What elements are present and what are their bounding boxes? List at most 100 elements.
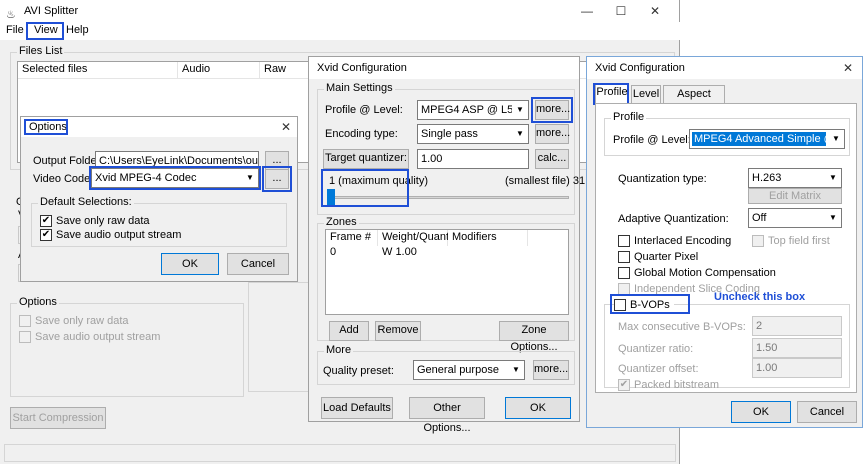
xvid-main-ok-button[interactable]: OK bbox=[505, 397, 571, 419]
adaptive-quant-label: Adaptive Quantization: bbox=[618, 213, 729, 225]
target-quantizer-button[interactable]: Target quantizer: bbox=[323, 149, 409, 169]
menu-bar: File View Help bbox=[0, 22, 680, 40]
col-selected-files[interactable]: Selected files bbox=[18, 62, 178, 78]
checkbox-box bbox=[618, 235, 630, 247]
quant-offset-label: Quantizer offset: bbox=[618, 363, 699, 375]
profile-group: Profile Profile @ Level: MPEG4 Advanced … bbox=[604, 111, 850, 156]
save-audio-checkbox[interactable]: Save audio output stream bbox=[19, 330, 160, 344]
save-raw-checkbox[interactable]: Save only raw data bbox=[19, 314, 129, 328]
highlight-codec-config bbox=[262, 166, 292, 192]
save-raw-label: Save only raw data bbox=[35, 315, 129, 327]
close-icon[interactable]: ✕ bbox=[835, 57, 861, 79]
checkmark-icon: ✔ bbox=[40, 229, 52, 241]
encoding-more-button[interactable]: more... bbox=[535, 124, 570, 144]
more-label: More bbox=[324, 344, 354, 356]
highlight-view-menu bbox=[26, 22, 64, 40]
remove-zone-button[interactable]: Remove bbox=[375, 321, 421, 341]
right-panel-divider bbox=[248, 282, 308, 392]
other-options-button[interactable]: Other Options... bbox=[409, 397, 485, 434]
tab-aspect-ratio[interactable]: Aspect Ratio bbox=[663, 85, 725, 117]
save-audio-label: Save audio output stream bbox=[35, 331, 161, 343]
quant-type-value: H.263 bbox=[752, 172, 782, 184]
options-dialog: Options ✕ Output Folder: C:\Users\EyeLin… bbox=[20, 116, 298, 282]
load-defaults-button[interactable]: Load Defaults bbox=[321, 397, 393, 419]
add-zone-button[interactable]: Add bbox=[329, 321, 369, 341]
xvid-main-dialog: Xvid Configuration Main Settings Profile… bbox=[308, 56, 585, 434]
close-icon[interactable]: ✕ bbox=[640, 0, 670, 22]
options-cancel-button[interactable]: Cancel bbox=[227, 253, 289, 275]
maximize-icon[interactable]: ☐ bbox=[606, 0, 636, 22]
highlight-quality-slider bbox=[321, 169, 409, 207]
highlight-options-title bbox=[24, 119, 68, 135]
profile-level-label: Profile @ Level: bbox=[613, 134, 691, 146]
encoding-type-select[interactable]: Single pass ▼ bbox=[417, 124, 529, 144]
top-field-first-checkbox[interactable]: Top field first bbox=[752, 234, 830, 248]
xvid-profile-cancel-button[interactable]: Cancel bbox=[797, 401, 857, 423]
chevron-down-icon: ▼ bbox=[512, 101, 528, 119]
tab-panel: Profile Profile @ Level: MPEG4 Advanced … bbox=[595, 103, 857, 393]
gmc-checkbox[interactable]: Global Motion Compensation bbox=[618, 266, 776, 280]
packed-bitstream-label: Packed bitstream bbox=[634, 379, 719, 391]
save-raw-checkbox[interactable]: ✔ Save only raw data bbox=[40, 214, 150, 228]
start-compression-button[interactable]: Start Compression bbox=[10, 407, 106, 429]
tab-strip: Profile Level Aspect Ratio bbox=[595, 83, 857, 117]
tab-level[interactable]: Level bbox=[631, 85, 661, 103]
minimize-icon[interactable]: — bbox=[572, 0, 602, 22]
highlight-profile-more bbox=[531, 97, 573, 123]
zones-list[interactable]: Frame # Weight/Quant Modifiers 0 W 1.00 bbox=[325, 229, 569, 315]
quality-preset-select[interactable]: General purpose ▼ bbox=[413, 360, 525, 380]
highlight-video-codec bbox=[89, 166, 261, 190]
zone-weight: W 1.00 bbox=[382, 246, 417, 258]
chevron-down-icon: ▼ bbox=[828, 130, 844, 148]
quant-type-select[interactable]: H.263 ▼ bbox=[748, 168, 842, 188]
xvid-profile-ok-button[interactable]: OK bbox=[731, 401, 791, 423]
save-audio-label: Save audio output stream bbox=[56, 229, 182, 241]
packed-bitstream-checkbox[interactable]: ✔ Packed bitstream bbox=[618, 378, 719, 392]
col-frame[interactable]: Frame # bbox=[326, 230, 378, 246]
encoding-type-label: Encoding type: bbox=[325, 128, 398, 140]
target-quantizer-field[interactable]: 1.00 bbox=[417, 149, 529, 169]
avi-splitter-title: AVI Splitter bbox=[24, 5, 79, 17]
menu-help[interactable]: Help bbox=[66, 24, 89, 36]
save-audio-checkbox[interactable]: ✔ Save audio output stream bbox=[40, 228, 181, 242]
col-weight[interactable]: Weight/Quant bbox=[378, 230, 449, 246]
default-selections-label: Default Selections: bbox=[38, 196, 134, 208]
xvid-profile-titlebar: Xvid Configuration ✕ bbox=[587, 57, 862, 79]
gmc-label: Global Motion Compensation bbox=[634, 267, 776, 279]
profile-level-select[interactable]: MPEG4 Advanced Simple @ L5 ▼ bbox=[689, 129, 845, 149]
options-group-label: Options bbox=[17, 296, 59, 308]
chevron-down-icon: ▼ bbox=[508, 361, 524, 379]
quant-ratio-field[interactable]: 1.50 bbox=[752, 338, 842, 358]
xvid-main-titlebar: Xvid Configuration bbox=[309, 57, 579, 79]
col-audio[interactable]: Audio bbox=[178, 62, 260, 78]
zone-options-button[interactable]: Zone Options... bbox=[499, 321, 569, 353]
options-ok-button[interactable]: OK bbox=[161, 253, 219, 275]
adaptive-quant-select[interactable]: Off ▼ bbox=[748, 208, 842, 228]
files-list-label: Files List bbox=[17, 45, 65, 57]
zone-frame: 0 bbox=[330, 246, 337, 258]
quant-offset-field[interactable]: 1.00 bbox=[752, 358, 842, 378]
default-selections-group: Default Selections: ✔ Save only raw data… bbox=[31, 196, 287, 247]
quality-preset-label: Quality preset: bbox=[323, 365, 394, 377]
main-settings-label: Main Settings bbox=[324, 82, 395, 94]
profile-group-label: Profile bbox=[611, 111, 647, 123]
highlight-bvops bbox=[610, 294, 690, 314]
save-raw-label: Save only raw data bbox=[56, 215, 150, 227]
checkbox-box bbox=[19, 315, 31, 327]
calc-button[interactable]: calc... bbox=[535, 149, 569, 169]
max-bvops-field[interactable]: 2 bbox=[752, 316, 842, 336]
interlaced-checkbox[interactable]: Interlaced Encoding bbox=[618, 234, 731, 248]
menu-file[interactable]: File bbox=[6, 24, 24, 36]
col-modifiers[interactable]: Modifiers bbox=[448, 230, 528, 246]
edit-matrix-button[interactable]: Edit Matrix bbox=[748, 188, 842, 204]
checkmark-icon: ✔ bbox=[40, 215, 52, 227]
preset-more-button[interactable]: more... bbox=[533, 360, 569, 380]
close-icon[interactable]: ✕ bbox=[271, 117, 301, 137]
profile-level-value: MPEG4 ASP @ L5 bbox=[421, 104, 514, 116]
profile-level-select[interactable]: MPEG4 ASP @ L5 ▼ bbox=[417, 100, 529, 120]
checkbox-box bbox=[752, 235, 764, 247]
profile-level-label: Profile @ Level: bbox=[325, 104, 403, 116]
quarter-pixel-checkbox[interactable]: Quarter Pixel bbox=[618, 250, 698, 264]
table-row[interactable]: 0 W 1.00 bbox=[326, 246, 566, 260]
checkmark-icon: ✔ bbox=[618, 379, 630, 391]
